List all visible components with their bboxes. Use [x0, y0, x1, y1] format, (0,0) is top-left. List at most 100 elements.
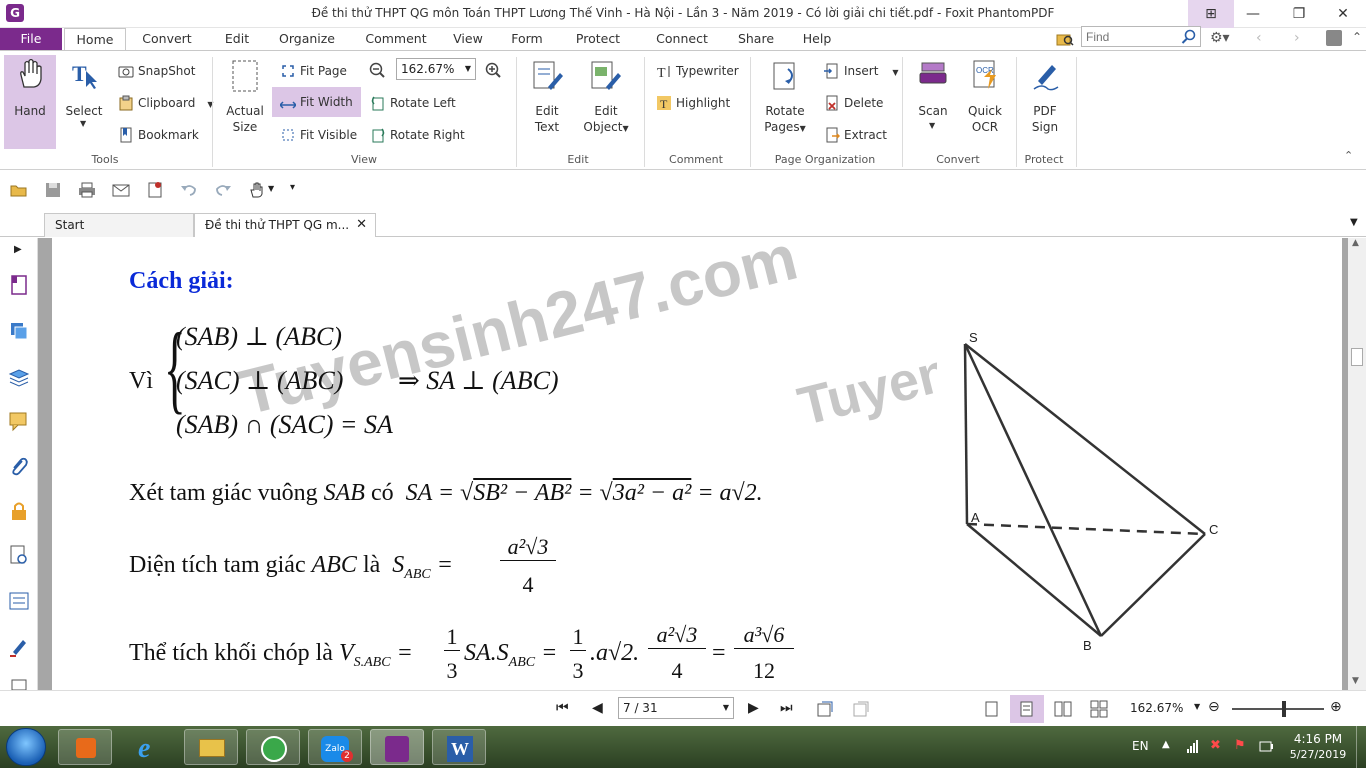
taskbar-file-explorer[interactable]: [184, 729, 238, 765]
menu-view[interactable]: View: [448, 28, 488, 50]
fit-width-button[interactable]: Fit Width: [272, 87, 361, 117]
search-folder-icon[interactable]: [1056, 31, 1074, 47]
collapse-ribbon-chevron-icon[interactable]: ⌃: [1344, 149, 1353, 162]
mute-icon[interactable]: ✖: [1210, 738, 1221, 753]
taskbar-word[interactable]: W: [432, 729, 486, 765]
collapse-ribbon-icon[interactable]: ⌃: [1352, 30, 1362, 44]
tab-list-dropdown-icon[interactable]: ▼: [1350, 217, 1358, 228]
new-document-icon[interactable]: [146, 181, 164, 199]
edit-object-button[interactable]: Edit Object▼: [578, 55, 634, 149]
scroll-thumb[interactable]: [1351, 348, 1363, 366]
menu-file[interactable]: File: [0, 28, 62, 50]
hand-dropdown-icon[interactable]: ▼: [268, 184, 274, 193]
single-page-icon[interactable]: [984, 700, 1000, 718]
insert-button[interactable]: Insert ▼: [822, 60, 899, 82]
user-avatar-icon[interactable]: [1326, 30, 1342, 46]
quick-ocr-button[interactable]: OCR Quick OCR: [962, 55, 1008, 149]
continuous-page-button[interactable]: [1010, 695, 1044, 723]
previous-view-icon[interactable]: [816, 700, 834, 718]
zoom-select[interactable]: 162.67% ▼: [396, 58, 476, 80]
close-button[interactable]: ✕: [1320, 0, 1366, 28]
lock-icon[interactable]: [8, 500, 30, 522]
menu-share[interactable]: Share: [734, 28, 778, 50]
document-search-icon[interactable]: [8, 544, 30, 566]
comments-icon[interactable]: [8, 410, 30, 432]
print-icon[interactable]: [78, 181, 96, 199]
pages-thumbnail-icon[interactable]: [8, 274, 30, 296]
signature-icon[interactable]: [8, 636, 30, 658]
redo-icon[interactable]: [214, 181, 232, 199]
menu-edit[interactable]: Edit: [214, 28, 260, 50]
zoom-out-status-icon[interactable]: ⊖: [1208, 699, 1220, 715]
clock-time[interactable]: 4:16 PM: [1290, 732, 1346, 746]
language-indicator[interactable]: EN: [1132, 739, 1149, 753]
minimize-button[interactable]: —: [1230, 0, 1276, 28]
ribbon-layout-icon[interactable]: ⊞: [1188, 0, 1234, 28]
find-input[interactable]: [1082, 27, 1182, 46]
menu-home[interactable]: Home: [64, 28, 126, 51]
save-icon[interactable]: [44, 181, 62, 199]
fit-visible-button[interactable]: Fit Visible: [278, 124, 357, 146]
menu-organize[interactable]: Organize: [276, 28, 338, 50]
pdf-sign-button[interactable]: PDF Sign: [1022, 55, 1068, 149]
tab-document[interactable]: Đề thi thử THPT QG m... ✕: [194, 213, 376, 237]
select-tool-button[interactable]: T Select ▼: [60, 55, 108, 149]
next-view-icon[interactable]: [852, 700, 870, 718]
zoom-level[interactable]: 162.67%: [1130, 701, 1183, 715]
rotate-right-button[interactable]: Rotate Right: [368, 124, 465, 146]
menu-connect[interactable]: Connect: [654, 28, 710, 50]
attachment-icon[interactable]: [8, 456, 30, 478]
restore-button[interactable]: ❐: [1276, 0, 1322, 28]
menu-form[interactable]: Form: [506, 28, 548, 50]
actual-size-button[interactable]: Actual Size: [222, 55, 268, 149]
zoom-in-icon[interactable]: [484, 61, 502, 79]
zoom-slider[interactable]: [1232, 708, 1324, 710]
form-fields-icon[interactable]: [8, 590, 30, 612]
action-center-icon[interactable]: ⚑: [1234, 738, 1246, 753]
facing-pages-icon[interactable]: [1054, 700, 1072, 718]
tab-start[interactable]: Start: [44, 213, 194, 237]
undo-icon[interactable]: [180, 181, 198, 199]
last-page-icon[interactable]: ⏭: [780, 700, 793, 716]
rotate-left-button[interactable]: Rotate Left: [368, 92, 456, 114]
close-tab-icon[interactable]: ✕: [356, 214, 367, 236]
battery-icon[interactable]: [1258, 738, 1274, 754]
zoom-out-icon[interactable]: [368, 61, 386, 79]
taskbar-foxit[interactable]: [370, 729, 424, 765]
expand-panel-icon[interactable]: ▶: [14, 244, 22, 255]
bookmark-button[interactable]: Bookmark: [116, 124, 199, 146]
previous-page-icon[interactable]: ◀: [592, 700, 603, 716]
rotate-pages-button[interactable]: Rotate Pages▼: [758, 55, 812, 149]
taskbar-zalo[interactable]: Zalo 2: [308, 729, 362, 765]
menu-comment[interactable]: Comment: [362, 28, 430, 50]
clipboard-button[interactable]: Clipboard ▼: [116, 92, 213, 114]
extract-button[interactable]: Extract: [822, 124, 887, 146]
hand-tool-button[interactable]: Hand: [4, 55, 56, 149]
zoom-in-status-icon[interactable]: ⊕: [1330, 699, 1342, 715]
layers-icon[interactable]: [8, 320, 30, 342]
highlight-button[interactable]: T Highlight: [654, 92, 730, 114]
scroll-down-icon[interactable]: ▼: [1352, 676, 1359, 686]
show-hidden-icons-icon[interactable]: ▲: [1162, 739, 1170, 750]
scan-button[interactable]: Scan ▼: [910, 55, 956, 149]
scroll-up-icon[interactable]: ▲: [1352, 238, 1359, 248]
continuous-facing-icon[interactable]: [1090, 700, 1108, 718]
zoom-slider-thumb[interactable]: [1282, 701, 1286, 717]
vertical-scrollbar[interactable]: ▲ ▼: [1348, 238, 1366, 690]
page-number-field[interactable]: 7 / 31 ▼: [618, 697, 734, 719]
typewriter-button[interactable]: T Typewriter: [654, 60, 739, 82]
network-signal-icon[interactable]: [1186, 738, 1202, 754]
show-desktop-button[interactable]: [1356, 726, 1366, 768]
taskbar-internet-explorer[interactable]: e: [124, 729, 178, 765]
zoom-dropdown-icon[interactable]: ▼: [1194, 702, 1200, 711]
fit-page-button[interactable]: Fit Page: [278, 60, 347, 82]
customize-toolbar-icon[interactable]: ▾: [290, 182, 295, 193]
start-button[interactable]: [6, 728, 46, 766]
back-arrow-icon[interactable]: ‹: [1256, 30, 1262, 46]
next-page-icon[interactable]: ▶: [748, 700, 759, 716]
taskbar-coccoc[interactable]: [246, 729, 300, 765]
first-page-icon[interactable]: ⏮: [556, 700, 569, 716]
document-view[interactable]: Tuyensinh247.com Cách giải: Vì { (SAB) ⊥…: [38, 238, 1348, 690]
find-field[interactable]: [1081, 26, 1201, 47]
gear-icon[interactable]: ⚙▾: [1210, 30, 1230, 46]
